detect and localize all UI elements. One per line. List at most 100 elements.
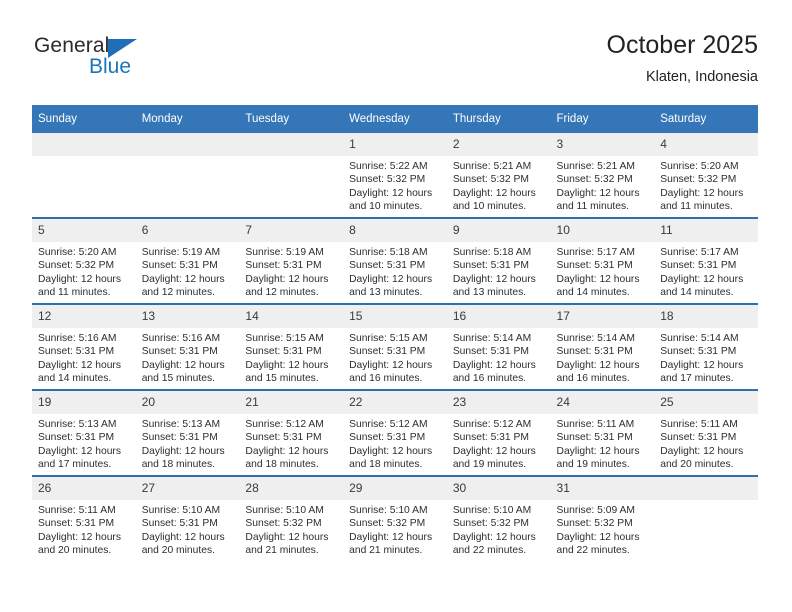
weekday-header-monday: Monday <box>135 105 240 133</box>
day-cell[interactable]: 26 Sunrise: 5:11 AM Sunset: 5:31 PM Dayl… <box>32 475 136 561</box>
sunrise-text: Sunrise: 5:21 AM <box>452 161 532 172</box>
day-cell[interactable]: 15 Sunrise: 5:15 AM Sunset: 5:31 PM Dayl… <box>343 303 447 390</box>
day-number: 24 <box>550 391 655 414</box>
page-title: October 2025 <box>606 31 759 59</box>
week-row: 12 Sunrise: 5:16 AM Sunset: 5:31 PM Dayl… <box>32 303 758 390</box>
weekday-header-thursday: Thursday <box>446 105 551 133</box>
sunrise-text: Sunrise: 5:17 AM <box>660 247 739 258</box>
day-number: 2 <box>446 133 551 156</box>
day-cell[interactable]: 23 Sunrise: 5:12 AM Sunset: 5:31 PM Dayl… <box>446 389 551 476</box>
day-cell[interactable]: 25 Sunrise: 5:11 AM Sunset: 5:31 PM Dayl… <box>654 389 758 476</box>
day-details: Sunrise: 5:16 AM Sunset: 5:31 PM Dayligh… <box>136 328 240 386</box>
sunset-text: Sunset: 5:31 PM <box>349 260 426 272</box>
day-cell[interactable]: 18 Sunrise: 5:14 AM Sunset: 5:31 PM Dayl… <box>654 303 758 390</box>
daylight-text-line2: and 17 minutes. <box>38 459 112 471</box>
day-details <box>654 500 758 504</box>
daylight-text-line1: Daylight: 12 hours <box>38 359 121 371</box>
day-details: Sunrise: 5:13 AM Sunset: 5:31 PM Dayligh… <box>136 414 240 472</box>
calendar-body: 1 Sunrise: 5:22 AM Sunset: 5:32 PM Dayli… <box>32 133 758 561</box>
day-cell[interactable]: 5 Sunrise: 5:20 AM Sunset: 5:32 PM Dayli… <box>32 217 136 304</box>
day-cell[interactable]: 29 Sunrise: 5:10 AM Sunset: 5:32 PM Dayl… <box>343 475 447 561</box>
sunset-text: Sunset: 5:31 PM <box>349 432 426 444</box>
day-number: 17 <box>550 305 655 328</box>
daylight-text-line2: and 20 minutes. <box>141 545 215 557</box>
sunrise-text: Sunrise: 5:09 AM <box>556 505 635 516</box>
day-cell[interactable] <box>654 475 758 561</box>
day-cell[interactable]: 3 Sunrise: 5:21 AM Sunset: 5:32 PM Dayli… <box>550 133 655 218</box>
day-number: 7 <box>239 219 344 242</box>
daylight-text-line2: and 14 minutes. <box>38 373 112 385</box>
day-details: Sunrise: 5:22 AM Sunset: 5:32 PM Dayligh… <box>343 156 447 214</box>
day-details: Sunrise: 5:11 AM Sunset: 5:31 PM Dayligh… <box>32 500 136 558</box>
weekday-header-row: Sunday Monday Tuesday Wednesday Thursday… <box>32 105 758 133</box>
day-details: Sunrise: 5:21 AM Sunset: 5:32 PM Dayligh… <box>551 156 655 214</box>
day-details: Sunrise: 5:14 AM Sunset: 5:31 PM Dayligh… <box>551 328 655 386</box>
day-cell[interactable]: 19 Sunrise: 5:13 AM Sunset: 5:31 PM Dayl… <box>32 389 136 476</box>
day-cell[interactable]: 4 Sunrise: 5:20 AM Sunset: 5:32 PM Dayli… <box>654 133 758 218</box>
daylight-text-line2: and 11 minutes. <box>556 201 630 213</box>
day-cell[interactable] <box>239 133 344 218</box>
day-cell[interactable]: 27 Sunrise: 5:10 AM Sunset: 5:31 PM Dayl… <box>135 475 240 561</box>
sunset-text: Sunset: 5:31 PM <box>452 346 529 358</box>
day-cell[interactable]: 28 Sunrise: 5:10 AM Sunset: 5:32 PM Dayl… <box>239 475 344 561</box>
weekday-header-tuesday: Tuesday <box>239 105 344 133</box>
day-cell[interactable]: 20 Sunrise: 5:13 AM Sunset: 5:31 PM Dayl… <box>135 389 240 476</box>
day-number: 19 <box>32 391 136 414</box>
daylight-text-line2: and 13 minutes. <box>452 287 527 299</box>
daylight-text-line2: and 15 minutes. <box>245 373 319 385</box>
day-number: 5 <box>32 219 136 242</box>
daylight-text-line1: Daylight: 12 hours <box>141 273 225 285</box>
week-row: 5 Sunrise: 5:20 AM Sunset: 5:32 PM Dayli… <box>32 217 758 304</box>
daylight-text-line1: Daylight: 12 hours <box>452 531 536 543</box>
daylight-text-line2: and 14 minutes. <box>660 287 734 299</box>
week-row: 19 Sunrise: 5:13 AM Sunset: 5:31 PM Dayl… <box>32 389 758 476</box>
day-cell[interactable]: 6 Sunrise: 5:19 AM Sunset: 5:31 PM Dayli… <box>135 217 240 304</box>
day-cell[interactable] <box>32 133 136 218</box>
sunrise-text: Sunrise: 5:19 AM <box>245 247 324 258</box>
daylight-text-line1: Daylight: 12 hours <box>245 359 329 371</box>
day-cell[interactable]: 17 Sunrise: 5:14 AM Sunset: 5:31 PM Dayl… <box>550 303 655 390</box>
sunrise-text: Sunrise: 5:14 AM <box>660 333 739 344</box>
day-cell[interactable]: 30 Sunrise: 5:10 AM Sunset: 5:32 PM Dayl… <box>446 475 551 561</box>
day-cell[interactable]: 14 Sunrise: 5:15 AM Sunset: 5:31 PM Dayl… <box>239 303 344 390</box>
daylight-text-line1: Daylight: 12 hours <box>141 445 225 457</box>
daylight-text-line1: Daylight: 12 hours <box>452 445 536 457</box>
day-cell[interactable]: 7 Sunrise: 5:19 AM Sunset: 5:31 PM Dayli… <box>239 217 344 304</box>
day-details: Sunrise: 5:21 AM Sunset: 5:32 PM Dayligh… <box>447 156 551 214</box>
day-number: 30 <box>446 477 551 500</box>
sunset-text: Sunset: 5:32 PM <box>556 518 633 530</box>
day-number: 13 <box>135 305 240 328</box>
day-cell[interactable]: 22 Sunrise: 5:12 AM Sunset: 5:31 PM Dayl… <box>343 389 447 476</box>
day-cell[interactable]: 13 Sunrise: 5:16 AM Sunset: 5:31 PM Dayl… <box>135 303 240 390</box>
location-subtitle: Klaten, Indonesia <box>645 69 758 85</box>
daylight-text-line1: Daylight: 12 hours <box>660 445 744 457</box>
day-cell[interactable]: 12 Sunrise: 5:16 AM Sunset: 5:31 PM Dayl… <box>32 303 136 390</box>
day-cell[interactable]: 2 Sunrise: 5:21 AM Sunset: 5:32 PM Dayli… <box>446 133 551 218</box>
day-details: Sunrise: 5:11 AM Sunset: 5:31 PM Dayligh… <box>654 414 758 472</box>
sunset-text: Sunset: 5:32 PM <box>349 518 426 530</box>
day-cell[interactable] <box>135 133 240 218</box>
sunset-text: Sunset: 5:31 PM <box>38 346 115 358</box>
day-cell[interactable]: 21 Sunrise: 5:12 AM Sunset: 5:31 PM Dayl… <box>239 389 344 476</box>
day-cell[interactable]: 24 Sunrise: 5:11 AM Sunset: 5:31 PM Dayl… <box>550 389 655 476</box>
sunset-text: Sunset: 5:32 PM <box>556 174 633 186</box>
sunrise-text: Sunrise: 5:22 AM <box>349 161 428 172</box>
daylight-text-line2: and 13 minutes. <box>349 287 423 299</box>
day-cell[interactable]: 1 Sunrise: 5:22 AM Sunset: 5:32 PM Dayli… <box>343 133 447 218</box>
day-details: Sunrise: 5:19 AM Sunset: 5:31 PM Dayligh… <box>136 242 240 300</box>
day-number: 15 <box>343 305 447 328</box>
daylight-text-line1: Daylight: 12 hours <box>349 273 433 285</box>
sunrise-text: Sunrise: 5:12 AM <box>349 419 428 430</box>
day-cell[interactable]: 11 Sunrise: 5:17 AM Sunset: 5:31 PM Dayl… <box>654 217 758 304</box>
day-cell[interactable]: 10 Sunrise: 5:17 AM Sunset: 5:31 PM Dayl… <box>550 217 655 304</box>
day-cell[interactable]: 8 Sunrise: 5:18 AM Sunset: 5:31 PM Dayli… <box>343 217 447 304</box>
sunset-text: Sunset: 5:31 PM <box>38 518 115 530</box>
daylight-text-line2: and 21 minutes. <box>349 545 423 557</box>
day-cell[interactable]: 31 Sunrise: 5:09 AM Sunset: 5:32 PM Dayl… <box>550 475 655 561</box>
sunrise-text: Sunrise: 5:10 AM <box>349 505 428 516</box>
daylight-text-line1: Daylight: 12 hours <box>660 359 744 371</box>
day-cell[interactable]: 16 Sunrise: 5:14 AM Sunset: 5:31 PM Dayl… <box>446 303 551 390</box>
day-details: Sunrise: 5:15 AM Sunset: 5:31 PM Dayligh… <box>239 328 343 386</box>
day-number: 20 <box>135 391 240 414</box>
day-cell[interactable]: 9 Sunrise: 5:18 AM Sunset: 5:31 PM Dayli… <box>446 217 551 304</box>
